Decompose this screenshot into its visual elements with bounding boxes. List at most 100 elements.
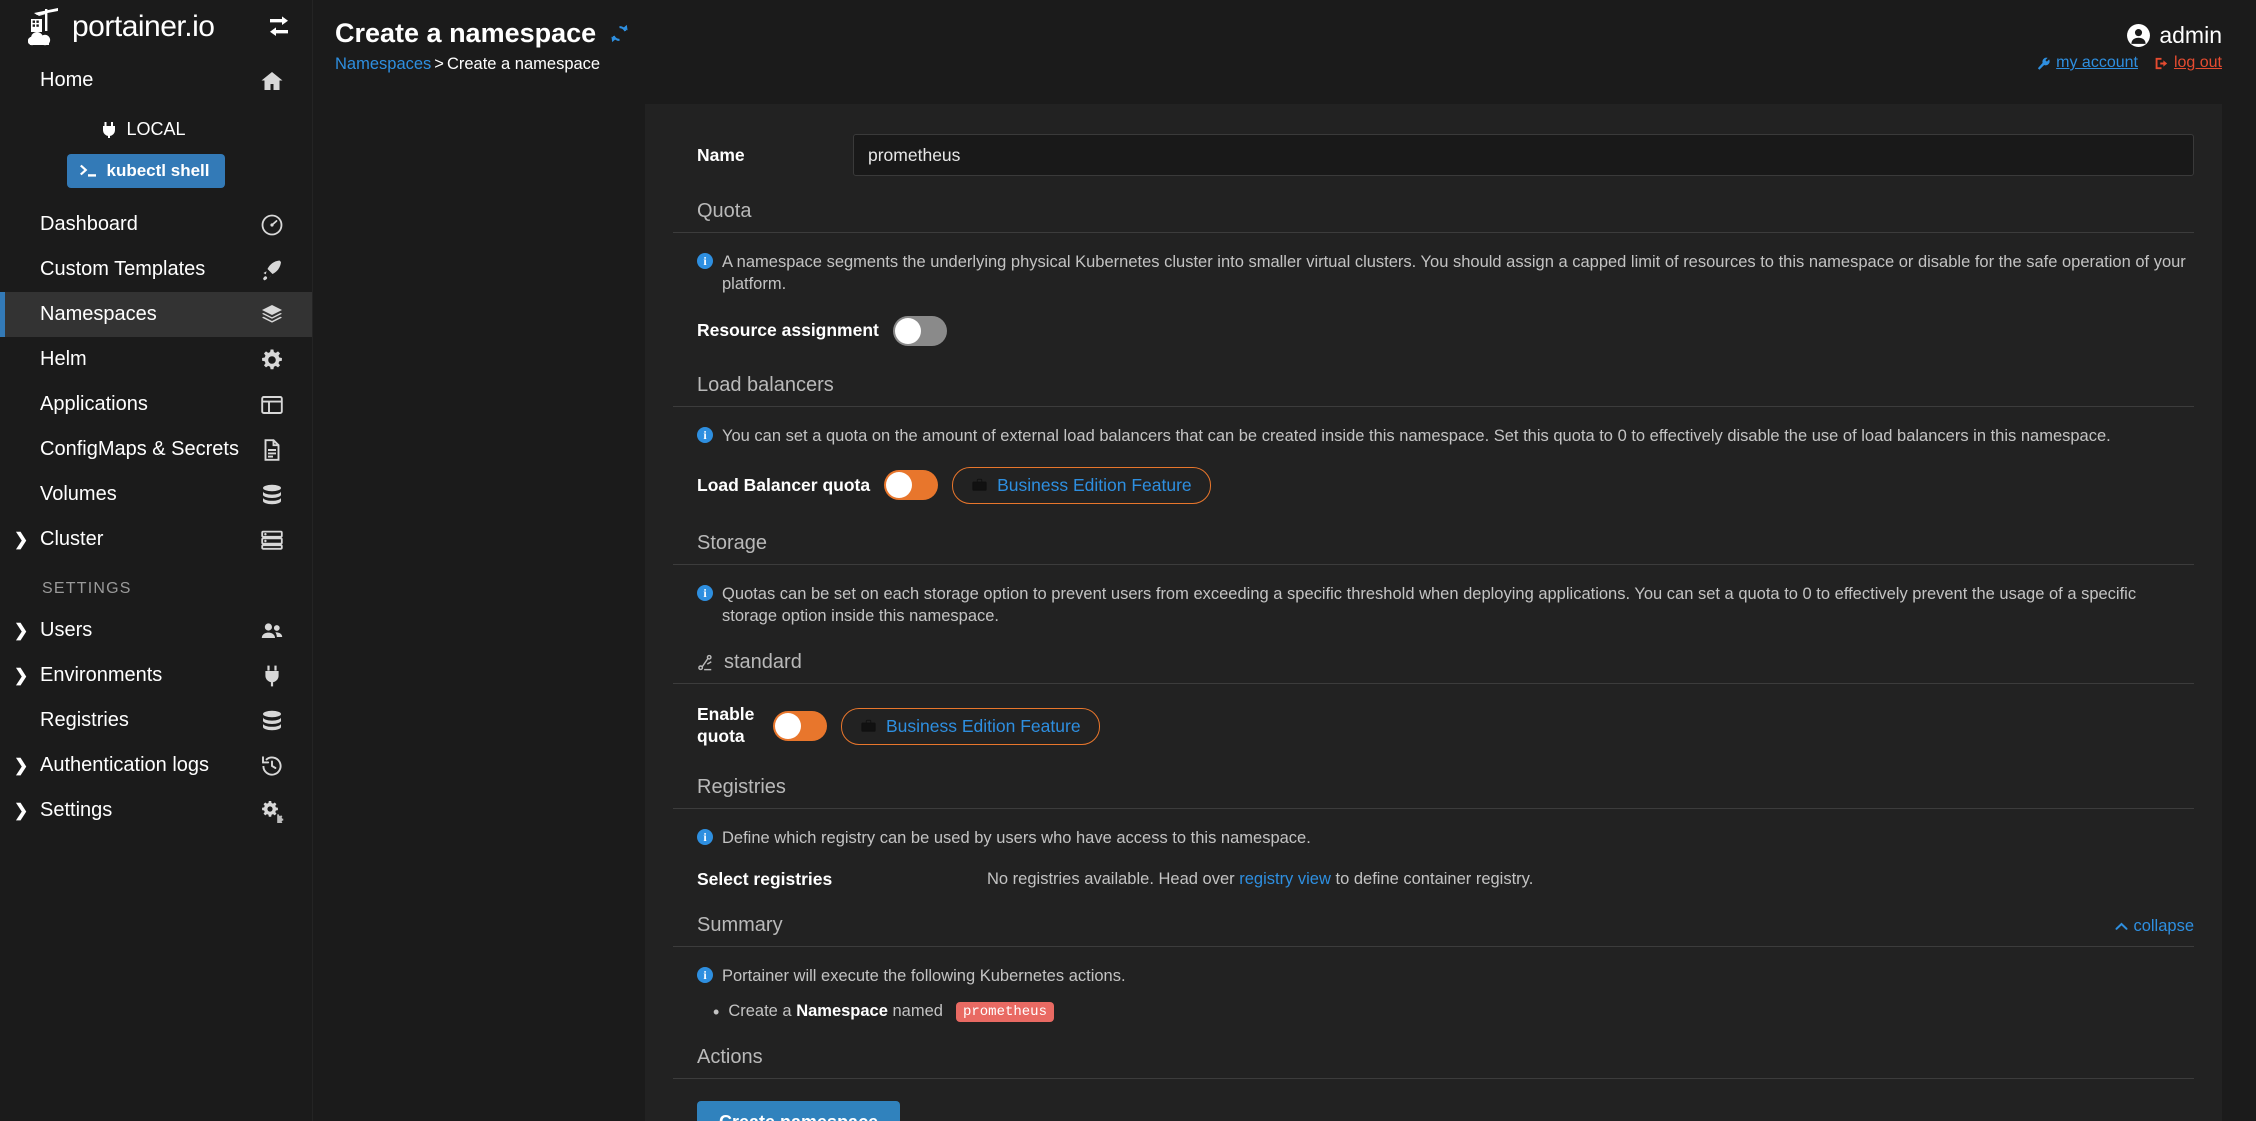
sidebar-item-label: Custom Templates — [40, 258, 206, 280]
sidebar-item-dashboard[interactable]: Dashboard — [0, 202, 312, 247]
sidebar-item-label: ConfigMaps & Secrets — [40, 438, 239, 460]
quota-info-line: i A namespace segments the underlying ph… — [673, 233, 2194, 296]
user-block: admin my account log out — [2036, 18, 2222, 72]
brand-logo-row: portainer.io — [0, 0, 312, 58]
section-actions-header: Actions — [673, 1046, 2194, 1079]
my-account-link[interactable]: my account — [2036, 54, 2138, 72]
portainer-logo-icon — [28, 7, 70, 47]
sidebar-collapse-toggle-icon[interactable] — [266, 16, 292, 38]
chevron-right-icon: ❯ — [14, 800, 29, 820]
kubectl-shell-label: kubectl shell — [106, 161, 210, 180]
sidebar-item-custom-templates[interactable]: Custom Templates — [0, 247, 312, 292]
toggle-knob — [894, 317, 921, 344]
storage-enable-quota-row: Enable quota Business Edition Feature — [673, 684, 2194, 752]
wrench-icon — [2036, 56, 2051, 71]
quota-info-text: A namespace segments the underlying phys… — [722, 253, 2186, 294]
storage-class-row: standard — [697, 651, 802, 674]
namespace-badge: prometheus — [955, 1001, 1054, 1022]
section-load-balancers-header: Load balancers — [673, 374, 2194, 407]
sidebar-item-applications[interactable]: Applications — [0, 382, 312, 427]
sidebar-item-cluster[interactable]: ❯ Cluster — [0, 517, 312, 562]
refresh-icon[interactable] — [608, 22, 631, 45]
sidebar-item-label: Users — [40, 619, 93, 641]
user-avatar-icon — [2126, 23, 2151, 48]
briefcase-icon — [860, 718, 877, 734]
sidebar-item-label: Volumes — [40, 483, 117, 505]
summary-item-text: Create a Namespace named — [728, 1002, 943, 1021]
sidebar-item-configmaps-secrets[interactable]: ConfigMaps & Secrets — [0, 427, 312, 472]
sidebar-item-registries[interactable]: Registries — [0, 698, 312, 743]
info-icon: i — [697, 829, 713, 846]
section-registries-header: Registries — [673, 776, 2194, 810]
storage-enable-quota-label: Enable quota — [697, 704, 755, 747]
info-icon: i — [697, 967, 713, 984]
environment-name: LOCAL — [126, 119, 186, 139]
business-edition-feature-button-lb[interactable]: Business Edition Feature — [952, 466, 1211, 504]
my-account-label: my account — [2056, 54, 2138, 71]
sidebar-item-volumes[interactable]: Volumes — [0, 472, 312, 517]
user-name-row: admin — [2036, 22, 2222, 49]
section-quota-title: Quota — [697, 200, 752, 222]
registries-info-line: i Define which registry can be used by u… — [673, 809, 2194, 849]
toggle-knob — [886, 472, 913, 499]
terminal-icon — [79, 164, 98, 179]
sidebar-item-namespaces[interactable]: Namespaces — [0, 292, 312, 337]
sidebar-item-environments[interactable]: ❯ Environments — [0, 653, 312, 698]
panel-inner: Name Quota i A namespace segments the un… — [673, 134, 2194, 1121]
log-out-link[interactable]: log out — [2154, 54, 2222, 72]
sidebar-item-label: Authentication logs — [40, 754, 210, 776]
sidebar-item-helm[interactable]: Helm — [0, 337, 312, 382]
cogs-icon — [259, 798, 285, 824]
info-icon: i — [697, 584, 713, 601]
sidebar-item-home[interactable]: Home — [0, 58, 312, 103]
storage-class-icon — [697, 653, 716, 672]
registries-info-text: Define which registry can be used by use… — [722, 829, 1311, 848]
chevron-right-icon: ❯ — [14, 620, 29, 640]
summary-collapse-link[interactable]: collapse — [2115, 917, 2194, 937]
main-content: Create a namespace Namespaces > Create a n… — [313, 0, 2256, 1121]
kubectl-shell-button[interactable]: kubectl shell — [66, 154, 226, 188]
name-row: Name — [673, 134, 2194, 176]
section-load-balancers-title: Load balancers — [697, 373, 834, 396]
load-balancer-quota-label: Load Balancer quota — [697, 474, 871, 495]
actions-area: Create namespace — [673, 1079, 2194, 1121]
business-edition-feature-button-storage[interactable]: Business Edition Feature — [841, 707, 1100, 745]
storage-enable-quota-toggle[interactable] — [773, 711, 827, 742]
chevron-up-icon — [2115, 922, 2128, 931]
section-summary-header: Summary collapse — [673, 914, 2194, 948]
environment-indicator: LOCAL — [0, 119, 312, 140]
users-icon — [259, 618, 285, 644]
sidebar-item-settings[interactable]: ❯ Settings — [0, 788, 312, 833]
summary-list: • Create a Namespace named prometheus — [673, 988, 2194, 1022]
sidebar-item-authentication-logs[interactable]: ❯ Authentication logs — [0, 743, 312, 788]
breadcrumb-link-namespaces[interactable]: Namespaces — [335, 55, 431, 73]
registry-view-link[interactable]: registry view — [1239, 870, 1331, 888]
resource-assignment-row: Resource assignment — [673, 296, 2194, 350]
sidebar-item-users[interactable]: ❯ Users — [0, 608, 312, 653]
list-item: • Create a Namespace named prometheus — [713, 1001, 2194, 1022]
select-registries-row: Select registries No registries availabl… — [673, 849, 2194, 890]
chevron-right-icon: ❯ — [14, 665, 29, 685]
history-icon — [259, 753, 285, 779]
summary-info-line: i Portainer will execute the following K… — [673, 947, 2194, 987]
topbar: Create a namespace Namespaces > Create a n… — [313, 0, 2256, 80]
registries-empty-suffix: to define container registry. — [1330, 870, 1534, 889]
load-balancers-info-text: You can set a quota on the amount of ext… — [722, 426, 2111, 445]
file-icon — [259, 437, 285, 463]
load-balancer-quota-toggle[interactable] — [884, 470, 939, 501]
sidebar-item-label: Settings — [40, 799, 113, 821]
chevron-right-icon: ❯ — [14, 755, 29, 775]
kubectl-shell-wrap: kubectl shell — [0, 154, 312, 188]
section-storage-class-header: standard — [673, 651, 2194, 685]
section-quota-header: Quota — [673, 200, 2194, 233]
page-title-text: Create a namespace — [335, 18, 597, 48]
create-namespace-button[interactable]: Create namespace — [697, 1100, 901, 1121]
sidebar-item-label: Home — [40, 69, 94, 91]
select-registries-message: No registries available. Head over regis… — [987, 870, 1533, 889]
page-title: Create a namespace — [335, 18, 631, 49]
namespace-name-input[interactable] — [853, 134, 2194, 176]
resource-assignment-toggle[interactable] — [892, 315, 947, 346]
section-actions-title: Actions — [697, 1045, 763, 1068]
layers-icon — [259, 302, 285, 328]
gear-icon — [259, 347, 285, 373]
